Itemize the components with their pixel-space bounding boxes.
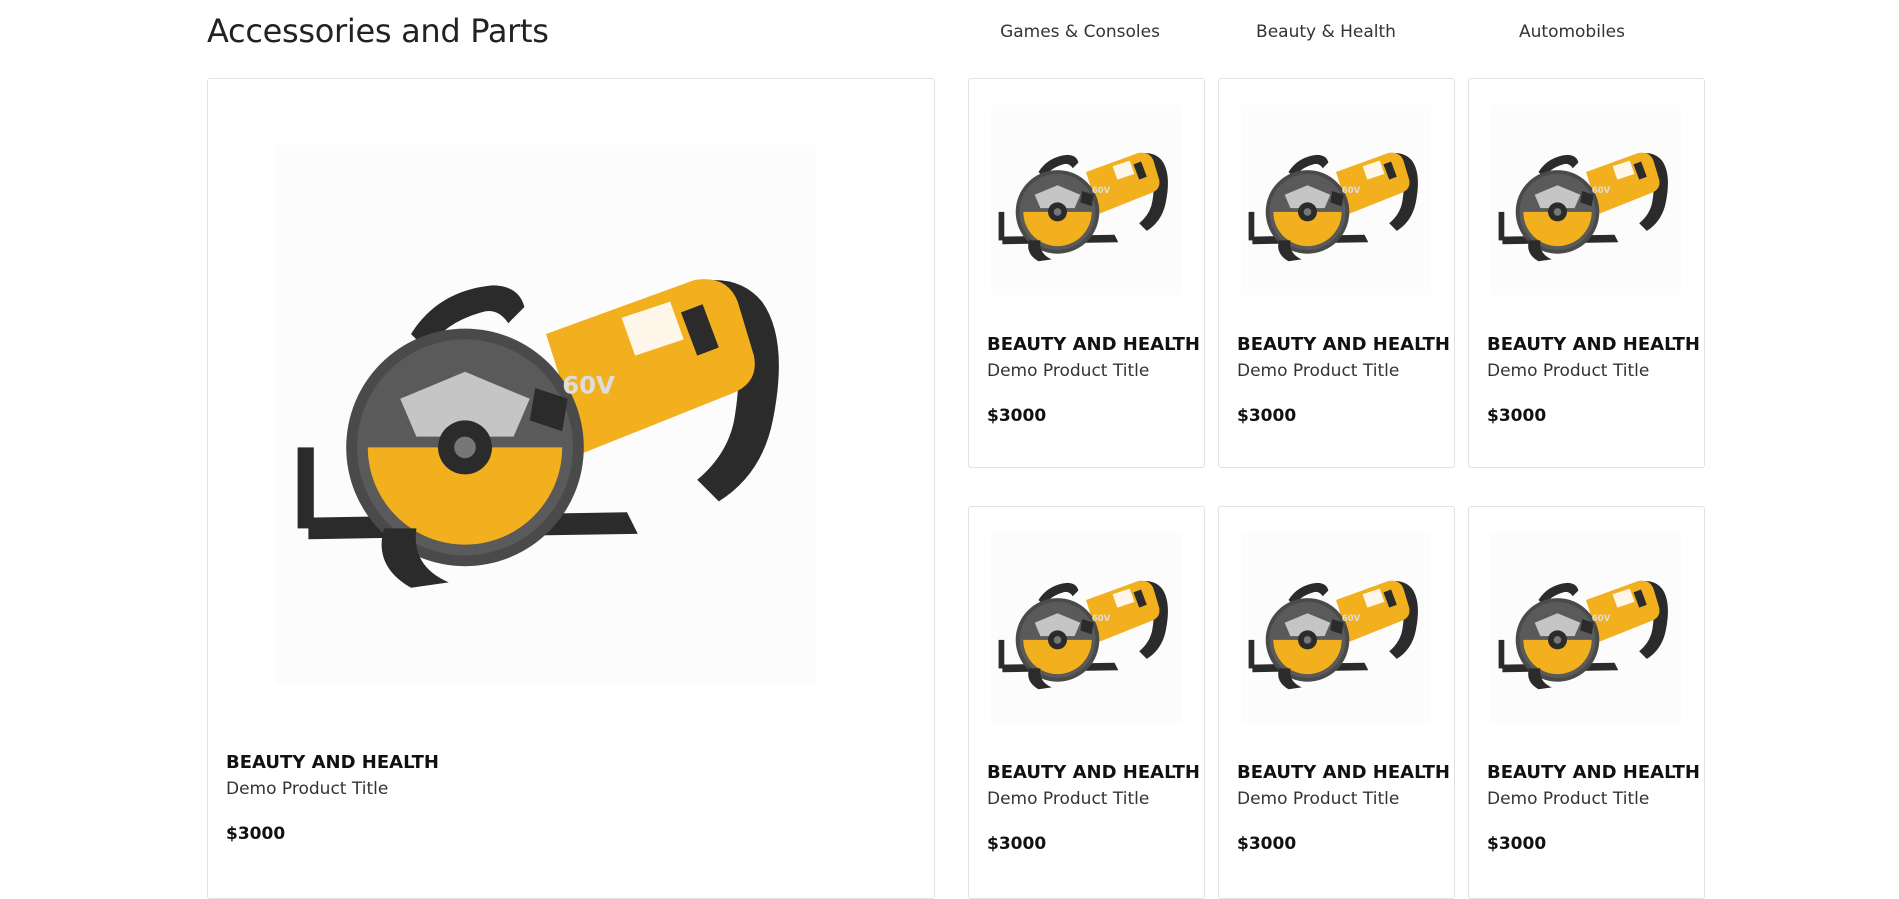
circular-saw-image [991, 562, 1181, 695]
product-category: BEAUTY AND HEALTH [1487, 762, 1700, 783]
product-card[interactable]: BEAUTY AND HEALTH Demo Product Title $30… [1468, 78, 1705, 468]
circular-saw-image [1491, 134, 1681, 267]
product-category: BEAUTY AND HEALTH [226, 752, 439, 773]
section-title: Accessories and Parts [207, 12, 549, 50]
product-image[interactable] [991, 533, 1181, 723]
product-title[interactable]: Demo Product Title [1237, 789, 1399, 809]
circular-saw-image [991, 134, 1181, 267]
circular-saw-image [1491, 562, 1681, 695]
product-image[interactable] [991, 105, 1181, 295]
product-image[interactable] [1491, 105, 1681, 295]
featured-product-card[interactable]: BEAUTY AND HEALTH Demo Product Title $30… [207, 78, 935, 899]
tab-automobiles[interactable]: Automobiles [1449, 22, 1695, 42]
product-price: $3000 [1487, 834, 1547, 854]
circular-saw-image [1241, 134, 1431, 267]
product-image[interactable] [276, 145, 816, 685]
tab-games-consoles[interactable]: Games & Consoles [957, 22, 1203, 42]
accessories-section: Accessories and Parts Games & Consoles B… [207, 0, 1705, 899]
tab-beauty-health[interactable]: Beauty & Health [1203, 22, 1449, 42]
product-image[interactable] [1241, 533, 1431, 723]
product-title[interactable]: Demo Product Title [987, 789, 1149, 809]
product-card[interactable]: BEAUTY AND HEALTH Demo Product Title $30… [1468, 506, 1705, 899]
product-category: BEAUTY AND HEALTH [1237, 762, 1450, 783]
product-card[interactable]: BEAUTY AND HEALTH Demo Product Title $30… [968, 506, 1205, 899]
product-price: $3000 [987, 406, 1047, 426]
product-card[interactable]: BEAUTY AND HEALTH Demo Product Title $30… [968, 78, 1205, 468]
product-category: BEAUTY AND HEALTH [1487, 334, 1700, 355]
product-category: BEAUTY AND HEALTH [987, 762, 1200, 783]
product-price: $3000 [1487, 406, 1547, 426]
product-title[interactable]: Demo Product Title [1487, 789, 1649, 809]
product-card[interactable]: BEAUTY AND HEALTH Demo Product Title $30… [1218, 506, 1455, 899]
product-price: $3000 [226, 824, 286, 844]
product-title[interactable]: Demo Product Title [1487, 361, 1649, 381]
product-image[interactable] [1241, 105, 1431, 295]
product-price: $3000 [1237, 834, 1297, 854]
product-title[interactable]: Demo Product Title [226, 779, 388, 799]
product-title[interactable]: Demo Product Title [987, 361, 1149, 381]
circular-saw-image [276, 226, 816, 604]
product-title[interactable]: Demo Product Title [1237, 361, 1399, 381]
product-category: BEAUTY AND HEALTH [987, 334, 1200, 355]
product-price: $3000 [1237, 406, 1297, 426]
circular-saw-image [1241, 562, 1431, 695]
product-price: $3000 [987, 834, 1047, 854]
category-tabs: Games & Consoles Beauty & Health Automob… [957, 22, 1695, 42]
product-category: BEAUTY AND HEALTH [1237, 334, 1450, 355]
product-image[interactable] [1491, 533, 1681, 723]
product-card[interactable]: BEAUTY AND HEALTH Demo Product Title $30… [1218, 78, 1455, 468]
